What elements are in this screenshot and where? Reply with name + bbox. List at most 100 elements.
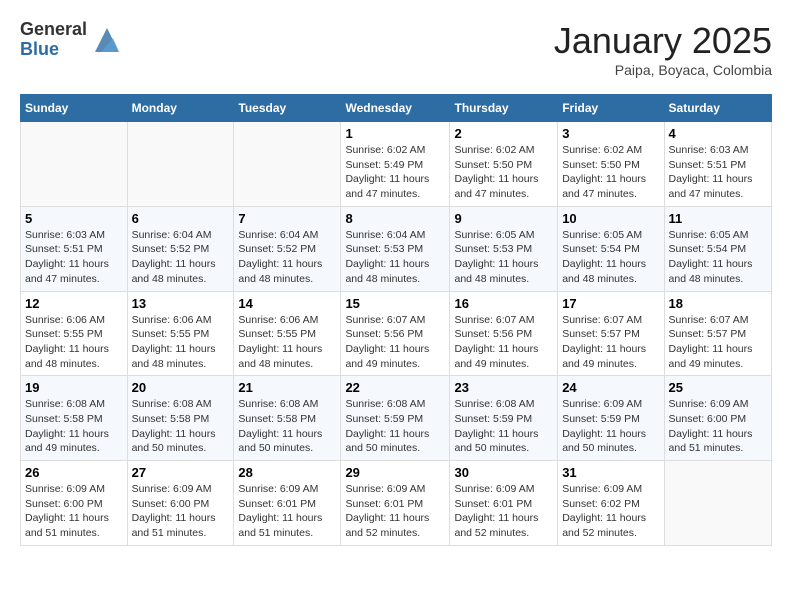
day-number: 25 bbox=[669, 380, 767, 395]
calendar-cell: 5 Sunrise: 6:03 AM Sunset: 5:51 PM Daylig… bbox=[21, 206, 128, 291]
day-info: Sunrise: 6:06 AM Sunset: 5:55 PM Dayligh… bbox=[132, 313, 230, 372]
column-header-thursday: Thursday bbox=[450, 95, 558, 122]
day-number: 3 bbox=[562, 126, 659, 141]
day-info: Sunrise: 6:05 AM Sunset: 5:53 PM Dayligh… bbox=[454, 228, 553, 287]
calendar-cell: 3Sunrise: 6:02 AM Sunset: 5:50 PM Daylig… bbox=[558, 122, 664, 207]
calendar-cell: 31 Sunrise: 6:09 AM Sunset: 6:02 PM Dayli… bbox=[558, 461, 664, 546]
calendar-cell: 28 Sunrise: 6:09 AM Sunset: 6:01 PM Dayli… bbox=[234, 461, 341, 546]
day-info: Sunrise: 6:04 AM Sunset: 5:53 PM Dayligh… bbox=[345, 228, 445, 287]
page-header: General Blue January 2025 Paipa, Boyaca,… bbox=[20, 20, 772, 78]
day-number: 2 bbox=[454, 126, 553, 141]
column-header-monday: Monday bbox=[127, 95, 234, 122]
day-info: Sunrise: 6:04 AM Sunset: 5:52 PM Dayligh… bbox=[132, 228, 230, 287]
day-info: Sunrise: 6:08 AM Sunset: 5:58 PM Dayligh… bbox=[132, 397, 230, 456]
day-info: Sunrise: 6:06 AM Sunset: 5:55 PM Dayligh… bbox=[238, 313, 336, 372]
calendar-subtitle: Paipa, Boyaca, Colombia bbox=[554, 62, 772, 78]
calendar-cell: 20 Sunrise: 6:08 AM Sunset: 5:58 PM Dayli… bbox=[127, 376, 234, 461]
day-number: 17 bbox=[562, 296, 659, 311]
calendar-table: SundayMondayTuesdayWednesdayThursdayFrid… bbox=[20, 94, 772, 546]
day-number: 23 bbox=[454, 380, 553, 395]
day-number: 10 bbox=[562, 211, 659, 226]
calendar-cell: 13 Sunrise: 6:06 AM Sunset: 5:55 PM Dayli… bbox=[127, 291, 234, 376]
calendar-cell: 24Sunrise: 6:09 AM Sunset: 5:59 PM Dayli… bbox=[558, 376, 664, 461]
day-info: Sunrise: 6:04 AM Sunset: 5:52 PM Dayligh… bbox=[238, 228, 336, 287]
day-number: 30 bbox=[454, 465, 553, 480]
day-number: 28 bbox=[238, 465, 336, 480]
calendar-cell: 25Sunrise: 6:09 AM Sunset: 6:00 PM Dayli… bbox=[664, 376, 771, 461]
calendar-week-row: 5 Sunrise: 6:03 AM Sunset: 5:51 PM Daylig… bbox=[21, 206, 772, 291]
calendar-cell: 17 Sunrise: 6:07 AM Sunset: 5:57 PM Dayli… bbox=[558, 291, 664, 376]
day-info: Sunrise: 6:08 AM Sunset: 5:58 PM Dayligh… bbox=[25, 397, 123, 456]
day-info: Sunrise: 6:07 AM Sunset: 5:56 PM Dayligh… bbox=[454, 313, 553, 372]
day-number: 4 bbox=[669, 126, 767, 141]
day-info: Sunrise: 6:09 AM Sunset: 6:00 PM Dayligh… bbox=[25, 482, 123, 541]
title-block: January 2025 Paipa, Boyaca, Colombia bbox=[554, 20, 772, 78]
day-number: 22 bbox=[345, 380, 445, 395]
day-number: 13 bbox=[132, 296, 230, 311]
calendar-cell: 2 Sunrise: 6:02 AM Sunset: 5:50 PM Daylig… bbox=[450, 122, 558, 207]
logo: General Blue bbox=[20, 20, 123, 60]
day-info: Sunrise: 6:07 AM Sunset: 5:56 PM Dayligh… bbox=[345, 313, 445, 372]
calendar-cell: 14 Sunrise: 6:06 AM Sunset: 5:55 PM Dayli… bbox=[234, 291, 341, 376]
day-info: Sunrise: 6:05 AM Sunset: 5:54 PM Dayligh… bbox=[669, 228, 767, 287]
column-header-friday: Friday bbox=[558, 95, 664, 122]
calendar-header-row: SundayMondayTuesdayWednesdayThursdayFrid… bbox=[21, 95, 772, 122]
logo-icon bbox=[91, 24, 123, 56]
day-info: Sunrise: 6:09 AM Sunset: 6:01 PM Dayligh… bbox=[345, 482, 445, 541]
day-info: Sunrise: 6:08 AM Sunset: 5:58 PM Dayligh… bbox=[238, 397, 336, 456]
day-number: 31 bbox=[562, 465, 659, 480]
column-header-saturday: Saturday bbox=[664, 95, 771, 122]
calendar-cell: 12Sunrise: 6:06 AM Sunset: 5:55 PM Dayli… bbox=[21, 291, 128, 376]
calendar-cell: 22 Sunrise: 6:08 AM Sunset: 5:59 PM Dayli… bbox=[341, 376, 450, 461]
day-number: 1 bbox=[345, 126, 445, 141]
day-number: 7 bbox=[238, 211, 336, 226]
calendar-week-row: 19Sunrise: 6:08 AM Sunset: 5:58 PM Dayli… bbox=[21, 376, 772, 461]
day-info: Sunrise: 6:03 AM Sunset: 5:51 PM Dayligh… bbox=[669, 143, 767, 202]
day-info: Sunrise: 6:09 AM Sunset: 6:02 PM Dayligh… bbox=[562, 482, 659, 541]
day-number: 26 bbox=[25, 465, 123, 480]
day-info: Sunrise: 6:03 AM Sunset: 5:51 PM Dayligh… bbox=[25, 228, 123, 287]
calendar-cell: 7 Sunrise: 6:04 AM Sunset: 5:52 PM Daylig… bbox=[234, 206, 341, 291]
calendar-cell: 23 Sunrise: 6:08 AM Sunset: 5:59 PM Dayli… bbox=[450, 376, 558, 461]
calendar-cell: 27Sunrise: 6:09 AM Sunset: 6:00 PM Dayli… bbox=[127, 461, 234, 546]
calendar-cell: 9 Sunrise: 6:05 AM Sunset: 5:53 PM Daylig… bbox=[450, 206, 558, 291]
calendar-cell: 6 Sunrise: 6:04 AM Sunset: 5:52 PM Daylig… bbox=[127, 206, 234, 291]
calendar-title: January 2025 bbox=[554, 20, 772, 62]
day-info: Sunrise: 6:02 AM Sunset: 5:50 PM Dayligh… bbox=[454, 143, 553, 202]
day-info: Sunrise: 6:07 AM Sunset: 5:57 PM Dayligh… bbox=[562, 313, 659, 372]
logo-blue-text: Blue bbox=[20, 40, 87, 60]
column-header-wednesday: Wednesday bbox=[341, 95, 450, 122]
day-info: Sunrise: 6:09 AM Sunset: 6:00 PM Dayligh… bbox=[132, 482, 230, 541]
day-info: Sunrise: 6:08 AM Sunset: 5:59 PM Dayligh… bbox=[345, 397, 445, 456]
day-number: 9 bbox=[454, 211, 553, 226]
day-number: 15 bbox=[345, 296, 445, 311]
day-info: Sunrise: 6:07 AM Sunset: 5:57 PM Dayligh… bbox=[669, 313, 767, 372]
calendar-cell: 8 Sunrise: 6:04 AM Sunset: 5:53 PM Daylig… bbox=[341, 206, 450, 291]
day-info: Sunrise: 6:05 AM Sunset: 5:54 PM Dayligh… bbox=[562, 228, 659, 287]
calendar-cell bbox=[664, 461, 771, 546]
day-number: 8 bbox=[345, 211, 445, 226]
calendar-cell: 26 Sunrise: 6:09 AM Sunset: 6:00 PM Dayli… bbox=[21, 461, 128, 546]
logo-general-text: General bbox=[20, 20, 87, 40]
day-info: Sunrise: 6:09 AM Sunset: 5:59 PM Dayligh… bbox=[562, 397, 659, 456]
calendar-cell: 11 Sunrise: 6:05 AM Sunset: 5:54 PM Dayli… bbox=[664, 206, 771, 291]
day-number: 18 bbox=[669, 296, 767, 311]
day-info: Sunrise: 6:08 AM Sunset: 5:59 PM Dayligh… bbox=[454, 397, 553, 456]
day-number: 16 bbox=[454, 296, 553, 311]
day-number: 6 bbox=[132, 211, 230, 226]
calendar-cell bbox=[21, 122, 128, 207]
calendar-cell: 4 Sunrise: 6:03 AM Sunset: 5:51 PM Daylig… bbox=[664, 122, 771, 207]
calendar-week-row: 26 Sunrise: 6:09 AM Sunset: 6:00 PM Dayli… bbox=[21, 461, 772, 546]
day-number: 14 bbox=[238, 296, 336, 311]
calendar-cell: 1Sunrise: 6:02 AM Sunset: 5:49 PM Daylig… bbox=[341, 122, 450, 207]
day-number: 5 bbox=[25, 211, 123, 226]
day-info: Sunrise: 6:09 AM Sunset: 6:01 PM Dayligh… bbox=[238, 482, 336, 541]
calendar-cell: 15 Sunrise: 6:07 AM Sunset: 5:56 PM Dayli… bbox=[341, 291, 450, 376]
calendar-cell: 16 Sunrise: 6:07 AM Sunset: 5:56 PM Dayli… bbox=[450, 291, 558, 376]
day-number: 11 bbox=[669, 211, 767, 226]
calendar-cell: 19Sunrise: 6:08 AM Sunset: 5:58 PM Dayli… bbox=[21, 376, 128, 461]
calendar-cell: 10 Sunrise: 6:05 AM Sunset: 5:54 PM Dayli… bbox=[558, 206, 664, 291]
calendar-week-row: 1Sunrise: 6:02 AM Sunset: 5:49 PM Daylig… bbox=[21, 122, 772, 207]
day-number: 20 bbox=[132, 380, 230, 395]
day-number: 12 bbox=[25, 296, 123, 311]
